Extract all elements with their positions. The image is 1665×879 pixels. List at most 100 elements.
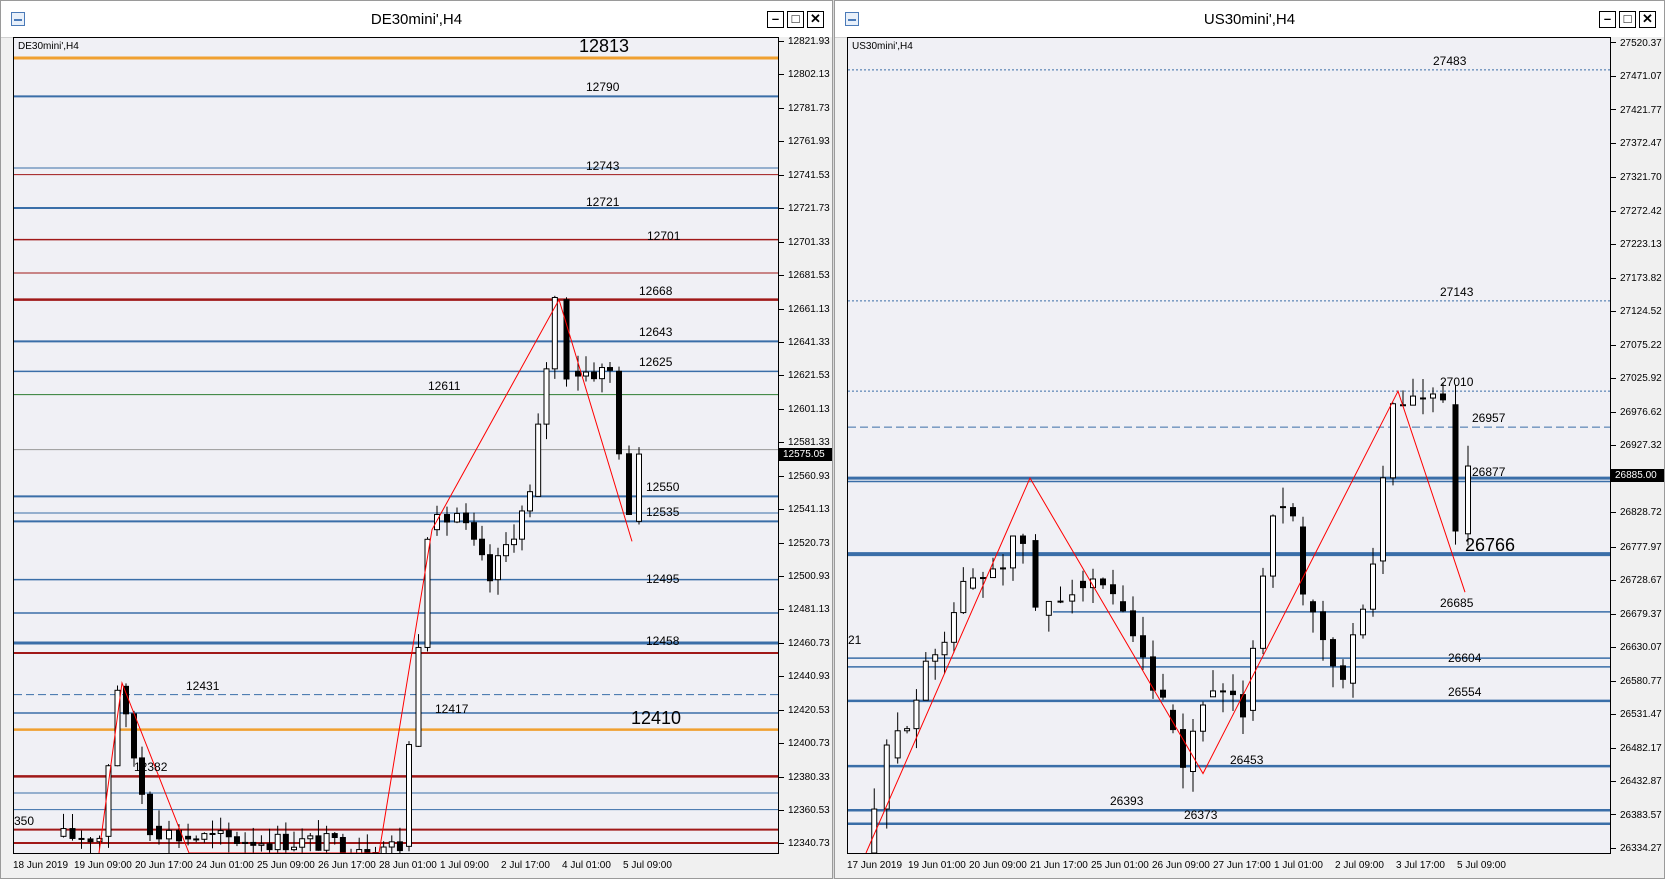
price-tick: 12761.93 xyxy=(779,136,830,147)
minimize-button[interactable]: – xyxy=(1599,11,1616,28)
candle xyxy=(225,822,232,853)
candle xyxy=(527,484,533,518)
price-tick: 12641.33 xyxy=(779,337,830,348)
time-tick: 19 Jun 09:00 xyxy=(74,860,132,871)
price-scale[interactable]: 27520.37 27471.07 27421.77 27372.47 27321.70… xyxy=(1611,37,1664,854)
level-label: 12701 xyxy=(647,228,681,243)
level-label: 26957 xyxy=(1472,411,1506,426)
candle xyxy=(563,297,570,387)
title-bar[interactable]: DE30mini',H4 – □ ✕ xyxy=(1,1,832,38)
price-tick: 12360.53 xyxy=(779,805,830,816)
candle xyxy=(217,817,224,845)
current-price-badge: 12575.05 xyxy=(779,447,832,461)
maximize-button[interactable]: □ xyxy=(1619,11,1636,28)
chart-window-de30[interactable]: DE30mini',H4 – □ ✕ DE30mini',H4 12813 127… xyxy=(0,0,833,879)
candle xyxy=(444,506,450,536)
candle xyxy=(1020,533,1026,564)
level-label: 12813 xyxy=(579,37,630,56)
candle xyxy=(339,833,346,853)
price-tick: 27321.70 xyxy=(1611,172,1662,183)
candle xyxy=(209,820,216,849)
candle xyxy=(1360,604,1366,639)
candle xyxy=(315,820,322,851)
maximize-button[interactable]: □ xyxy=(787,11,804,28)
zigzag-line xyxy=(98,298,633,853)
level-label: 12668 xyxy=(639,283,673,298)
candle xyxy=(1010,535,1016,581)
candle xyxy=(894,712,901,764)
price-tick: 12821.93 xyxy=(779,36,830,47)
price-scale[interactable]: 12821.93 12802.13 12781.73 12761.93 12741.53… xyxy=(779,36,832,854)
time-tick: 20 Jun 09:00 xyxy=(969,860,1027,871)
candle xyxy=(78,830,85,849)
candle xyxy=(1000,554,1006,586)
candle xyxy=(1032,534,1039,611)
price-tick: 12420.53 xyxy=(779,705,830,716)
price-tick: 26630.07 xyxy=(1611,642,1662,653)
candle xyxy=(626,445,632,516)
chart-canvas xyxy=(848,69,1610,853)
price-tick: 12560.93 xyxy=(779,471,830,482)
close-button[interactable]: ✕ xyxy=(1639,11,1656,28)
time-tick: 27 Jun 17:00 xyxy=(1213,860,1271,871)
price-tick: 12802.13 xyxy=(779,69,830,80)
candle xyxy=(535,413,542,497)
title-bar[interactable]: US30mini',H4 – □ ✕ xyxy=(835,1,1664,38)
price-tick: 26531.47 xyxy=(1611,709,1662,720)
price-tick: 26777.97 xyxy=(1611,542,1662,553)
price-tick: 12340.73 xyxy=(779,838,830,849)
time-tick: 21 Jun 17:00 xyxy=(1030,860,1088,871)
time-scale[interactable]: 18 Jun 2019 19 Jun 09:00 20 Jun 17:00 24 Ju… xyxy=(13,854,779,878)
price-tick: 27223.13 xyxy=(1611,239,1662,250)
candle xyxy=(1330,637,1336,688)
time-tick: 3 Jul 17:00 xyxy=(1396,860,1445,871)
close-button[interactable]: ✕ xyxy=(807,11,824,28)
level-label: 27483 xyxy=(1433,53,1467,68)
price-tick: 12741.53 xyxy=(779,170,830,181)
candle xyxy=(356,837,363,853)
candle xyxy=(1452,384,1459,545)
candle xyxy=(250,827,257,853)
minimize-button[interactable]: – xyxy=(767,11,784,28)
price-tick: 26976.62 xyxy=(1611,407,1662,418)
time-tick: 5 Jul 09:00 xyxy=(1457,860,1506,871)
level-label: 26604 xyxy=(1448,650,1482,665)
price-tick: 12520.73 xyxy=(779,538,830,549)
price-tick: 12500.93 xyxy=(779,571,830,582)
candle xyxy=(60,813,67,838)
price-chart[interactable]: US30mini',H4 27483 27143 27010 26957 26877 26… xyxy=(847,37,1611,854)
level-label: 21 xyxy=(848,633,862,648)
candle xyxy=(291,831,297,852)
time-tick: 2 Jul 09:00 xyxy=(1335,860,1384,871)
price-tick: 12440.93 xyxy=(779,671,830,682)
candle xyxy=(166,820,172,853)
candle xyxy=(950,602,957,653)
time-tick: 28 Jun 01:00 xyxy=(379,860,437,871)
price-tick: 12400.73 xyxy=(779,738,830,749)
candle xyxy=(388,835,395,853)
candle xyxy=(543,362,550,440)
price-chart[interactable]: DE30mini',H4 12813 12790 12743 12721 12701 12… xyxy=(13,37,779,854)
candle xyxy=(242,832,249,853)
time-tick: 2 Jul 17:00 xyxy=(501,860,550,871)
candle xyxy=(415,634,422,747)
price-tick: 27124.52 xyxy=(1611,306,1662,317)
price-tick: 27421.77 xyxy=(1611,105,1662,116)
candle xyxy=(372,846,379,853)
price-tick: 12380.33 xyxy=(779,772,830,783)
time-scale[interactable]: 17 Jun 2019 19 Jun 01:00 20 Jun 09:00 21 Ju… xyxy=(847,854,1611,878)
level-label: 12417 xyxy=(435,702,469,716)
level-label: 12790 xyxy=(586,80,620,95)
level-label: 12721 xyxy=(586,195,620,210)
candle xyxy=(1420,378,1426,415)
price-tick: 26679.37 xyxy=(1611,609,1662,620)
candle xyxy=(1390,402,1396,486)
candle xyxy=(1190,718,1196,792)
candle xyxy=(511,524,517,553)
chart-window-us30[interactable]: US30mini',H4 – □ ✕ US30mini',H4 27483 271… xyxy=(834,0,1665,879)
candle xyxy=(1240,680,1246,735)
candle xyxy=(636,447,642,525)
level-label: 12550 xyxy=(646,480,680,495)
candle xyxy=(591,362,597,382)
price-tick: 12661.13 xyxy=(779,304,830,315)
